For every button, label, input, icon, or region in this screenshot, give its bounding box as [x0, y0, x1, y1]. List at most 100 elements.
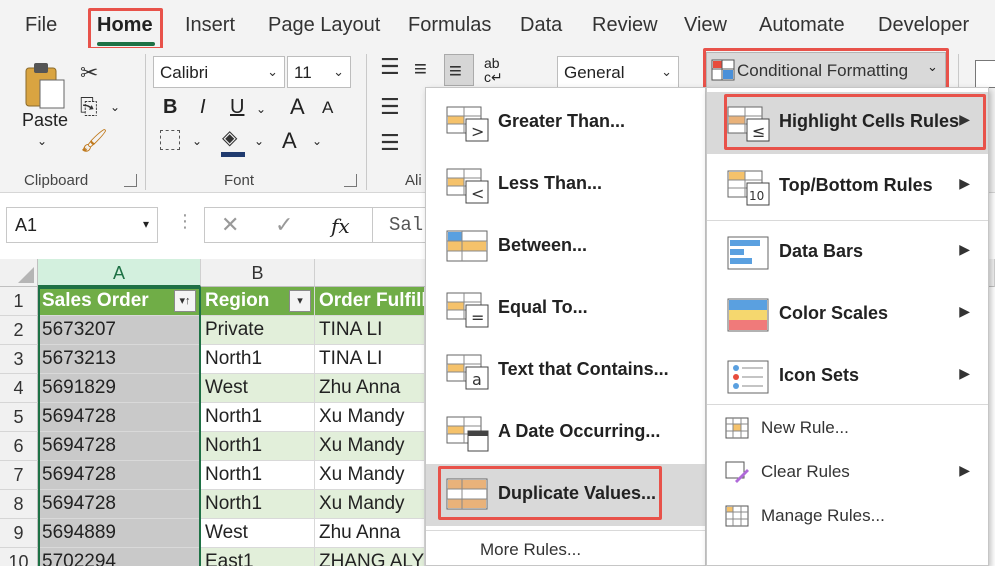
bottom-align-button[interactable]: ≡ — [444, 54, 474, 86]
wrap-text-icon[interactable]: ab c↵ — [484, 56, 503, 84]
paste-dropdown-chevron[interactable]: ⌄ — [37, 134, 47, 148]
menu-item-icon-sets[interactable]: Icon Sets ▶ — [707, 346, 988, 408]
table-cell[interactable]: 5673207 — [38, 316, 201, 345]
enter-icon[interactable]: ✓ — [275, 212, 293, 238]
font-color-dropdown-chevron[interactable]: ⌄ — [312, 134, 322, 148]
table-cell[interactable]: 5673213 — [38, 345, 201, 374]
table-cell[interactable]: TINA LI — [315, 316, 425, 345]
table-cell[interactable]: Zhu Anna — [315, 519, 425, 548]
conditional-formatting-button[interactable]: Conditional Formatting ⌄ — [706, 52, 946, 88]
table-cell[interactable]: West — [201, 519, 315, 548]
table-cell[interactable]: East1 — [201, 548, 315, 566]
top-align-icon[interactable]: ☰ — [380, 56, 400, 78]
tab-insert[interactable]: Insert — [185, 14, 235, 37]
table-cell[interactable]: West — [201, 374, 315, 403]
cancel-icon[interactable]: ✕ — [221, 212, 239, 238]
menu-item-greater-than[interactable]: > Greater Than... — [426, 92, 705, 154]
tab-formulas[interactable]: Formulas — [408, 14, 491, 37]
table-cell[interactable]: 5691829 — [38, 374, 201, 403]
row-header[interactable]: 9 — [0, 519, 38, 548]
menu-item-data-bars[interactable]: Data Bars ▶ — [707, 222, 988, 284]
more-rules-item[interactable]: More Rules... — [480, 540, 581, 560]
menu-item-color-scales[interactable]: Color Scales ▶ — [707, 284, 988, 346]
menu-item-text-contains[interactable]: a Text that Contains... — [426, 340, 705, 402]
table-cell[interactable]: 5694889 — [38, 519, 201, 548]
table-cell[interactable]: North1 — [201, 461, 315, 490]
tab-file[interactable]: File — [25, 14, 57, 37]
table-cell[interactable]: Zhu Anna — [315, 374, 425, 403]
font-size-combo[interactable]: 11 ⌄ — [287, 56, 351, 88]
menu-item-new-rule[interactable]: New Rule... — [707, 406, 988, 450]
format-as-table-icon[interactable] — [975, 60, 995, 88]
filter-dropdown-icon[interactable]: ▾ — [289, 290, 311, 312]
table-cell[interactable]: 5702294 — [38, 548, 201, 566]
menu-item-duplicate-values[interactable]: Duplicate Values... — [426, 464, 705, 526]
row-header[interactable]: 10 — [0, 548, 38, 566]
menu-item-equal-to[interactable]: = Equal To... — [426, 278, 705, 340]
copy-icon[interactable]: ⎘ — [80, 96, 98, 118]
fill-color-icon[interactable]: ◈ — [222, 128, 237, 148]
select-all-corner[interactable] — [0, 259, 38, 287]
table-cell[interactable]: North1 — [201, 432, 315, 461]
font-color-button[interactable]: A — [282, 128, 297, 154]
borders-dropdown-chevron[interactable]: ⌄ — [192, 134, 202, 148]
clipboard-launcher-icon[interactable] — [124, 174, 137, 187]
menu-item-clear-rules[interactable]: Clear Rules ▶ — [707, 450, 988, 494]
menu-item-manage-rules[interactable]: Manage Rules... — [707, 494, 988, 538]
insert-function-button[interactable]: fx — [331, 214, 350, 238]
number-format-combo[interactable]: General ⌄ — [557, 56, 679, 88]
table-cell[interactable]: Xu Mandy — [315, 490, 425, 519]
column-header-b[interactable]: B — [201, 259, 315, 287]
menu-item-highlight-cells-rules[interactable]: ≤ Highlight Cells Rules ▶ — [707, 92, 988, 154]
borders-icon[interactable] — [160, 130, 180, 150]
table-cell[interactable]: TINA LI — [315, 345, 425, 374]
column-header-a[interactable]: A — [38, 259, 201, 287]
menu-item-between[interactable]: Between... — [426, 216, 705, 278]
menu-item-top-bottom-rules[interactable]: 10 Top/Bottom Rules ▶ — [707, 156, 988, 218]
sort-filter-icon[interactable]: ▾↑ — [174, 290, 196, 312]
name-box[interactable]: A1 ▾ — [6, 207, 158, 243]
table-cell[interactable]: Xu Mandy — [315, 403, 425, 432]
row-header[interactable]: 8 — [0, 490, 38, 519]
shrink-font-button[interactable]: A — [322, 98, 333, 118]
underline-button[interactable]: U — [230, 96, 244, 119]
table-cell[interactable]: Xu Mandy — [315, 461, 425, 490]
font-name-combo[interactable]: Calibri ⌄ — [153, 56, 285, 88]
tab-page-layout[interactable]: Page Layout — [268, 14, 380, 37]
align-left-icon[interactable]: ☰ — [380, 96, 400, 118]
table-cell[interactable]: 5694728 — [38, 403, 201, 432]
underline-dropdown-chevron[interactable]: ⌄ — [256, 102, 266, 116]
table-cell[interactable]: Xu Mandy — [315, 432, 425, 461]
tab-automate[interactable]: Automate — [759, 14, 845, 37]
table-cell[interactable]: Private — [201, 316, 315, 345]
fill-color-dropdown-chevron[interactable]: ⌄ — [254, 134, 264, 148]
table-cell[interactable]: North1 — [201, 490, 315, 519]
table-cell[interactable]: North1 — [201, 403, 315, 432]
table-cell[interactable]: 5694728 — [38, 432, 201, 461]
font-launcher-icon[interactable] — [344, 174, 357, 187]
tab-home[interactable]: Home — [97, 14, 153, 37]
copy-dropdown-chevron[interactable]: ⌄ — [110, 100, 120, 114]
row-header[interactable]: 3 — [0, 345, 38, 374]
menu-item-date-occurring[interactable]: A Date Occurring... — [426, 402, 705, 464]
table-cell[interactable]: 5694728 — [38, 490, 201, 519]
tab-view[interactable]: View — [684, 14, 727, 37]
table-cell[interactable]: North1 — [201, 345, 315, 374]
row-header[interactable]: 6 — [0, 432, 38, 461]
row-header[interactable]: 2 — [0, 316, 38, 345]
table-cell[interactable]: ZHANG ALY — [315, 548, 425, 566]
format-painter-icon[interactable]: 🖌 — [80, 130, 108, 152]
tab-developer[interactable]: Developer — [878, 14, 969, 37]
decrease-indent-icon[interactable]: ☰ — [380, 132, 400, 154]
cut-icon[interactable]: ✂ — [80, 62, 98, 84]
italic-button[interactable]: I — [200, 96, 206, 119]
row-header[interactable]: 7 — [0, 461, 38, 490]
tab-data[interactable]: Data — [520, 14, 562, 37]
row-header[interactable]: 4 — [0, 374, 38, 403]
table-header-cell[interactable]: Order Fulfill — [315, 287, 425, 316]
paste-button[interactable] — [20, 60, 68, 112]
bold-button[interactable]: B — [163, 96, 177, 119]
grow-font-button[interactable]: A — [290, 94, 305, 120]
menu-item-less-than[interactable]: < Less Than... — [426, 154, 705, 216]
row-header[interactable]: 1 — [0, 287, 38, 316]
